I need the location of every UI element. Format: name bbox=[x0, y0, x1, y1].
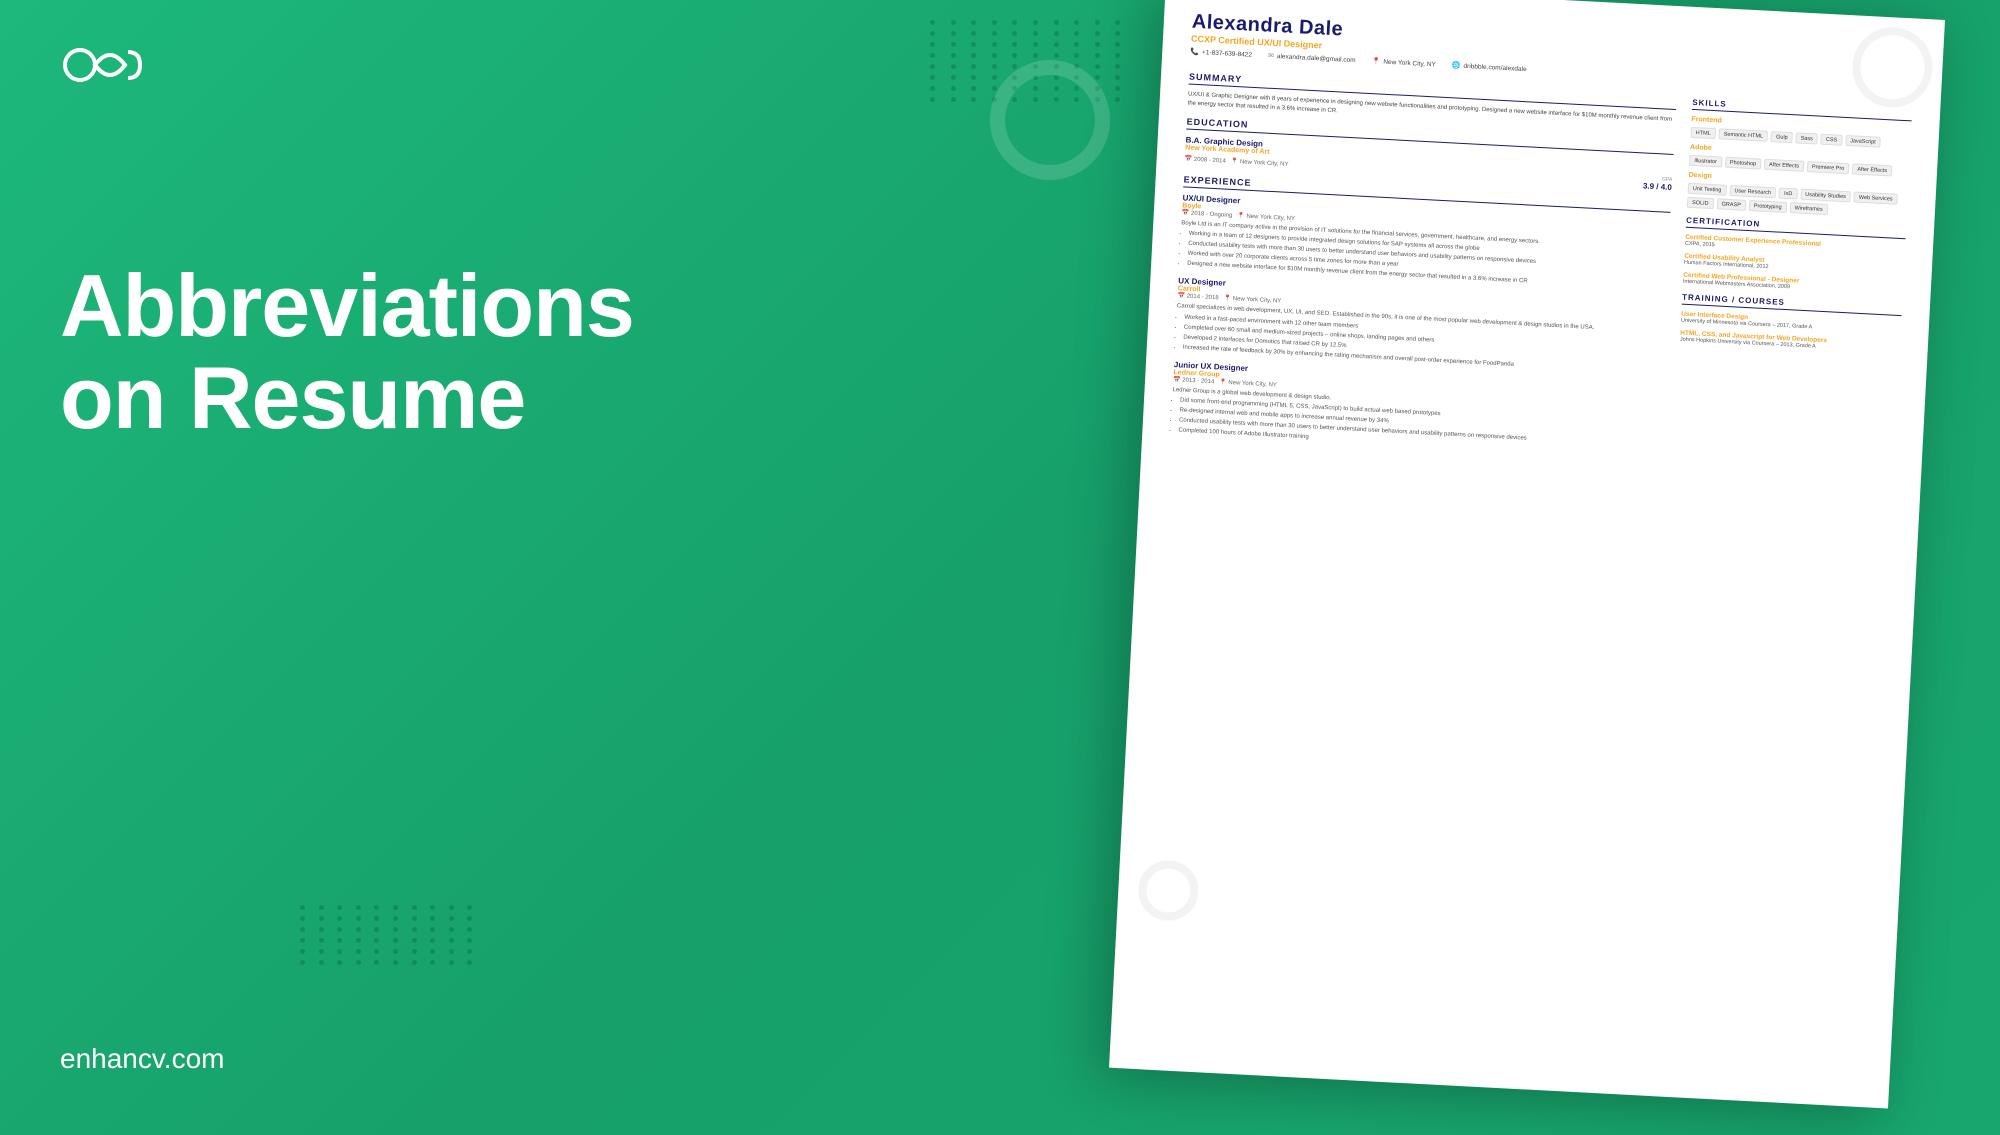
skill-tag: HTML bbox=[1690, 127, 1716, 139]
experience-section: EXPERIENCE UX/UI Designer Boyle 📅 2018 -… bbox=[1170, 174, 1671, 460]
bg-deco-circle bbox=[990, 60, 1110, 180]
skill-tag: Sass bbox=[1795, 132, 1818, 144]
gpa-value: 3.9 / 4.0 bbox=[1643, 181, 1672, 192]
skill-tag: IxD bbox=[1779, 188, 1798, 200]
resume-right-col: SKILLS Frontend HTML Semantic HTML Gulp … bbox=[1673, 90, 1913, 481]
edu-dates-location: 📅 2008 - 2014 📍 New York City, NY bbox=[1185, 155, 1289, 167]
resume-left-col: SUMMARY UX/UI & Graphic Designer with 8 … bbox=[1170, 64, 1677, 469]
skill-tag: After Effects bbox=[1852, 163, 1892, 176]
resume-document: Alexandra Dale CCXP Certified UX/UI Desi… bbox=[1109, 0, 1945, 1109]
title-line2: on Resume bbox=[60, 348, 525, 447]
title-line1: Abbreviations bbox=[60, 256, 634, 355]
training-section: TRAINING / COURSES User Interface Design… bbox=[1680, 293, 1902, 354]
skill-tag: Wireframes bbox=[1789, 202, 1828, 215]
portfolio-icon: 🌐 bbox=[1452, 61, 1461, 69]
resume-deco-circle-2 bbox=[1137, 859, 1200, 922]
skill-tag: Prototyping bbox=[1749, 200, 1787, 213]
skill-tag: Photoshop bbox=[1725, 157, 1762, 170]
skill-tag: Premiere Pro bbox=[1807, 161, 1850, 174]
skill-tag: After Effects bbox=[1764, 159, 1804, 172]
skill-tag: GRASP bbox=[1716, 198, 1746, 211]
skill-tag: SOLID bbox=[1687, 197, 1714, 209]
website-url: enhancv.com bbox=[60, 1043, 224, 1075]
skill-tag: CSS bbox=[1821, 134, 1843, 146]
skill-tag: JavaScript bbox=[1845, 135, 1881, 148]
certification-section: CERTIFICATION Certified Customer Experie… bbox=[1683, 216, 1906, 296]
skill-tag: Semantic HTML bbox=[1718, 128, 1768, 142]
resume-deco-circle-1 bbox=[1850, 25, 1934, 109]
logo bbox=[60, 40, 160, 90]
resume-wrapper: Alexandra Dale CCXP Certified UX/UI Desi… bbox=[1140, 0, 2000, 1135]
resume-body: SUMMARY UX/UI & Graphic Designer with 8 … bbox=[1170, 64, 1913, 482]
skill-tag: Gulp bbox=[1771, 131, 1793, 143]
exp-item-3: Junior UX Designer Ledner Group 📅 2013 -… bbox=[1170, 360, 1661, 461]
gpa-box: GPA 3.9 / 4.0 bbox=[1643, 175, 1673, 191]
email-icon: ✉ bbox=[1268, 52, 1274, 60]
skill-tag: Web Services bbox=[1854, 191, 1898, 204]
resume-location: 📍 New York City, NY bbox=[1371, 57, 1436, 68]
resume-phone: 📞 +1-837-639-8422 bbox=[1190, 48, 1252, 59]
main-title-block: Abbreviations on Resume bbox=[60, 260, 810, 445]
skill-tag: Usability Studies bbox=[1800, 189, 1851, 203]
resume-portfolio: 🌐 dribbble.com/alexdale bbox=[1452, 61, 1527, 73]
skill-tag: User Research bbox=[1729, 185, 1776, 198]
exp-item-2: UX Designer Carroll 📅 2014 - 2018 📍 New … bbox=[1175, 277, 1666, 378]
skill-tag: Illustrator bbox=[1689, 155, 1722, 168]
location-icon: 📍 bbox=[1371, 57, 1380, 65]
skill-tag: Unit Testing bbox=[1688, 183, 1727, 196]
resume-email: ✉ alexandra.dale@gmail.com bbox=[1268, 52, 1356, 65]
skills-section: SKILLS Frontend HTML Semantic HTML Gulp … bbox=[1687, 98, 1912, 219]
phone-icon: 📞 bbox=[1190, 48, 1199, 56]
dots-pattern-bottom bbox=[300, 905, 480, 1085]
